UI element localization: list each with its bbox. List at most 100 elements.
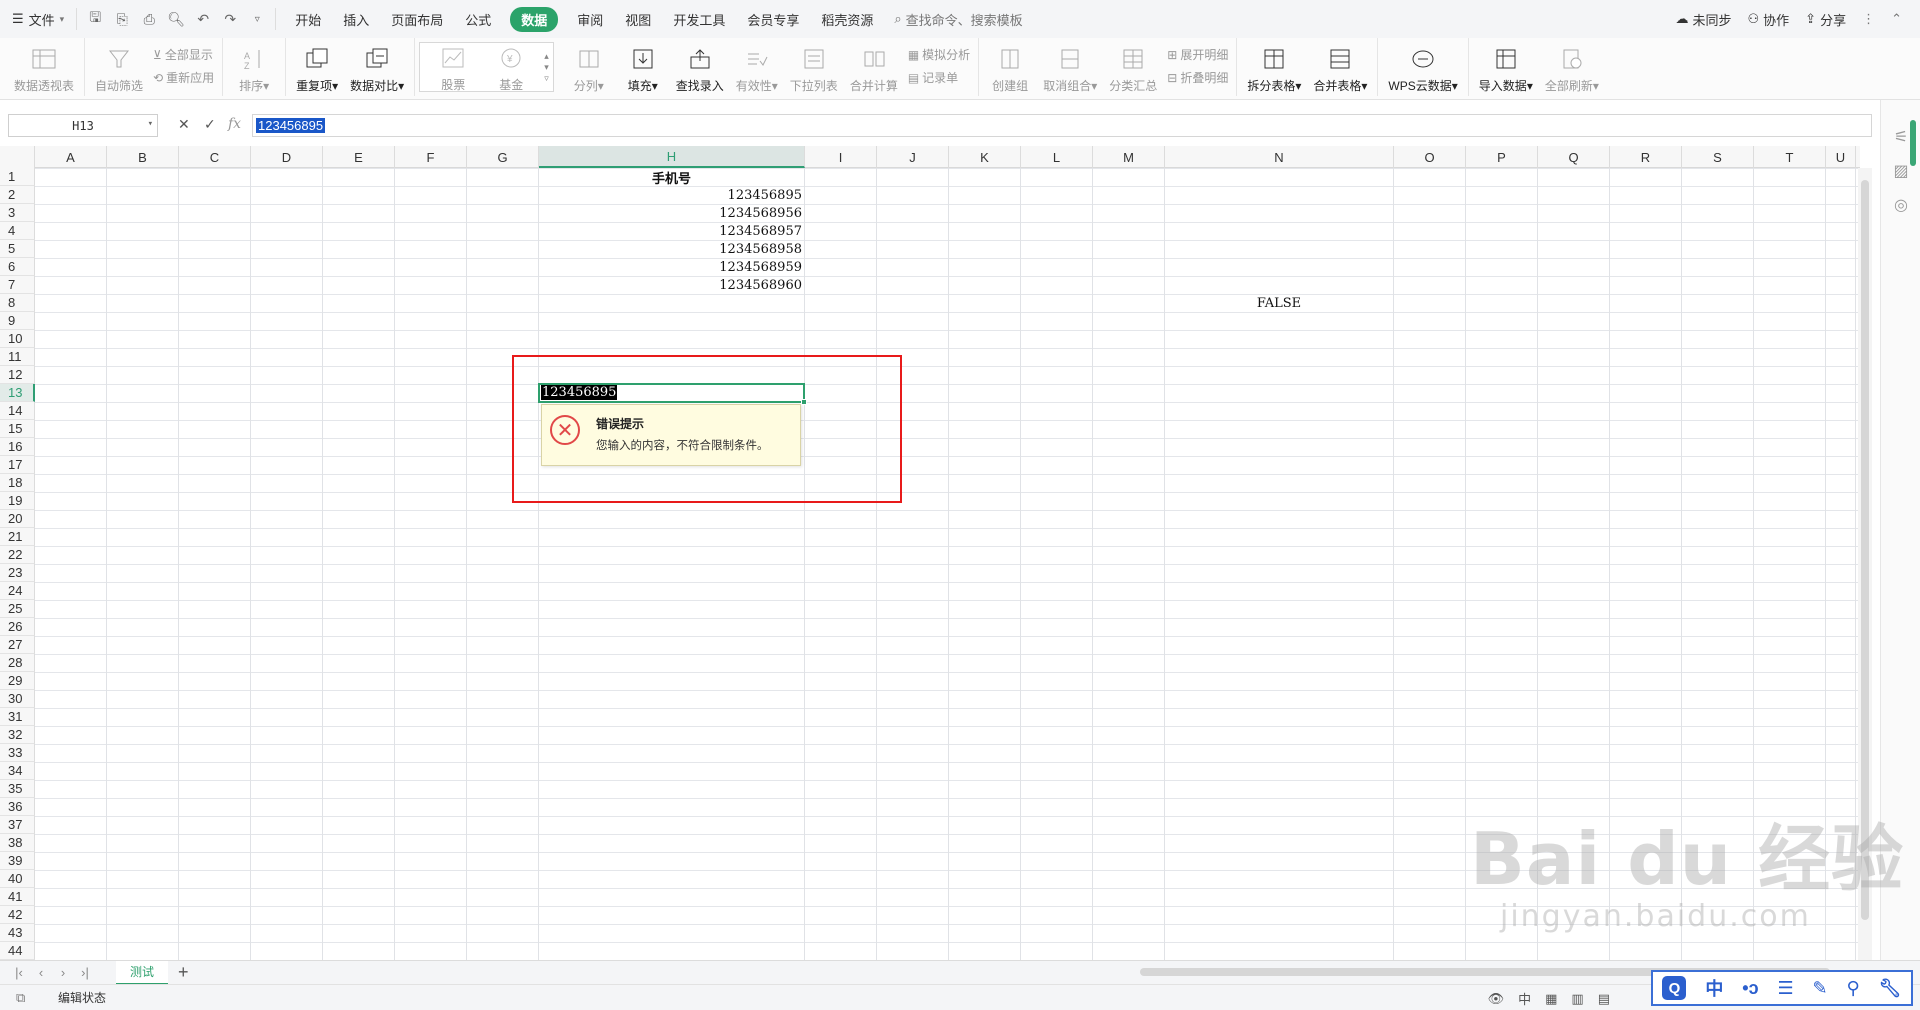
validity-button[interactable]: 有效性▾ [730, 38, 784, 94]
row-header-16[interactable]: 16 [0, 438, 35, 456]
row-header-13[interactable]: 13 [0, 384, 35, 402]
column-header-N[interactable]: N [1165, 146, 1394, 168]
column-header-M[interactable]: M [1093, 146, 1165, 168]
row-header-8[interactable]: 8 [0, 294, 35, 312]
ime-punct-icon[interactable]: •ɔ [1742, 978, 1758, 999]
column-header-C[interactable]: C [179, 146, 251, 168]
menu-tab-3[interactable]: 公式 [454, 0, 502, 38]
column-header-P[interactable]: P [1466, 146, 1538, 168]
row-header-9[interactable]: 9 [0, 312, 35, 330]
column-header-Q[interactable]: Q [1538, 146, 1610, 168]
row-header-37[interactable]: 37 [0, 816, 35, 834]
row-header-39[interactable]: 39 [0, 852, 35, 870]
first-sheet-icon[interactable]: |‹ [8, 965, 30, 980]
row-header-6[interactable]: 6 [0, 258, 35, 276]
fund-button[interactable]: ¥ 基金 [482, 41, 540, 93]
location-icon[interactable]: ◎ [1881, 188, 1920, 222]
column-header-U[interactable]: U [1826, 146, 1856, 168]
sheet-tab[interactable]: 测试 [116, 960, 169, 985]
redo-icon[interactable]: ↷ [218, 8, 242, 30]
menu-tab-4[interactable]: 数据 [510, 0, 559, 38]
ungroup-button[interactable]: 取消组合▾ [1037, 38, 1103, 94]
undo-icon[interactable]: ↶ [191, 8, 215, 30]
column-header-R[interactable]: R [1610, 146, 1682, 168]
cell-N8[interactable]: FALSE [1165, 294, 1393, 312]
what-if-button[interactable]: ▦ 模拟分析 [908, 46, 970, 63]
row-header-24[interactable]: 24 [0, 582, 35, 600]
row-header-20[interactable]: 20 [0, 510, 35, 528]
row-header-25[interactable]: 25 [0, 600, 35, 618]
normal-view-icon[interactable]: ▦ [1545, 991, 1557, 1007]
cell-H2[interactable]: 123456895 [539, 186, 804, 204]
save-icon[interactable]: 🖫 [83, 8, 107, 30]
stock-button[interactable]: 股票 [424, 41, 482, 93]
formula-input[interactable]: 123456895 [252, 114, 1872, 137]
ime-logo-icon[interactable]: Q [1662, 976, 1687, 1000]
file-menu[interactable]: ☰ 文件 ▾ [0, 10, 72, 29]
column-header-G[interactable]: G [467, 146, 539, 168]
column-header-E[interactable]: E [323, 146, 395, 168]
confirm-icon[interactable]: ✓ [204, 116, 216, 133]
print-preview-icon[interactable]: 🔍︎ [164, 8, 188, 30]
cancel-icon[interactable]: ✕ [178, 116, 190, 133]
menu-tab-5[interactable]: 审阅 [566, 0, 614, 38]
menu-tab-6[interactable]: 视图 [614, 0, 662, 38]
column-header-S[interactable]: S [1682, 146, 1754, 168]
cell-H6[interactable]: 1234568959 [539, 258, 804, 276]
row-header-35[interactable]: 35 [0, 780, 35, 798]
cell-H5[interactable]: 1234568958 [539, 240, 804, 258]
subtotal-button[interactable]: 分类汇总 [1103, 38, 1163, 94]
row-header-40[interactable]: 40 [0, 870, 35, 888]
row-header-2[interactable]: 2 [0, 186, 35, 204]
name-box[interactable]: H13 ▾ [8, 114, 158, 137]
row-header-15[interactable]: 15 [0, 420, 35, 438]
column-header-F[interactable]: F [395, 146, 467, 168]
column-header-K[interactable]: K [949, 146, 1021, 168]
collapse-ribbon-icon[interactable]: ⌃ [1891, 11, 1902, 27]
row-header-19[interactable]: 19 [0, 492, 35, 510]
ime-wrench-icon[interactable]: 🔧︎ [1879, 978, 1902, 999]
ime-indicator[interactable]: 中 [1518, 989, 1531, 1008]
row-header-21[interactable]: 21 [0, 528, 35, 546]
column-header-A[interactable]: A [35, 146, 107, 168]
row-header-28[interactable]: 28 [0, 654, 35, 672]
eye-protect-icon[interactable]: 👁 [1488, 991, 1505, 1007]
export-icon[interactable]: ⎘ [110, 8, 134, 30]
cell-H4[interactable]: 1234568957 [539, 222, 804, 240]
refresh-all-button[interactable]: 全部刷新▾ [1539, 38, 1605, 94]
record-form-button[interactable]: ▤ 记录单 [908, 69, 970, 86]
more-icon[interactable]: ⋮ [1862, 11, 1875, 27]
customize-icon[interactable]: ▿ [245, 8, 269, 30]
select-all-corner[interactable] [0, 146, 35, 168]
row-header-44[interactable]: 44 [0, 942, 35, 960]
menu-tab-7[interactable]: 开发工具 [662, 0, 736, 38]
show-all-button[interactable]: ⊻ 全部显示 [153, 46, 214, 63]
row-header-41[interactable]: 41 [0, 888, 35, 906]
row-header-14[interactable]: 14 [0, 402, 35, 420]
pivot-table-button[interactable]: 数据透视表 [8, 38, 80, 94]
prev-sheet-icon[interactable]: ‹ [30, 965, 52, 980]
ime-keyboard-icon[interactable]: ☰ [1777, 978, 1793, 999]
menu-tab-9[interactable]: 稻壳资源 [810, 0, 884, 38]
sort-button[interactable]: AZ 排序▾ [227, 38, 281, 94]
search-command[interactable]: ⌕ 查找命令、搜索模板 [894, 10, 1022, 29]
row-header-30[interactable]: 30 [0, 690, 35, 708]
ime-edit-icon[interactable]: ✎ [1813, 978, 1828, 999]
row-header-29[interactable]: 29 [0, 672, 35, 690]
row-header-4[interactable]: 4 [0, 222, 35, 240]
page-layout-view-icon[interactable]: ▥ [1571, 991, 1583, 1007]
macro-record-icon[interactable]: ⧉ [16, 990, 25, 1006]
ime-lang-toggle[interactable]: 中 [1705, 975, 1723, 1001]
column-header-I[interactable]: I [805, 146, 877, 168]
print-icon[interactable]: ⎙ [137, 8, 161, 30]
row-header-11[interactable]: 11 [0, 348, 35, 366]
dropdown-list-button[interactable]: 下拉列表 [784, 38, 844, 94]
duplicates-button[interactable]: 重复项▾ [290, 38, 344, 94]
column-header-L[interactable]: L [1021, 146, 1093, 168]
row-header-36[interactable]: 36 [0, 798, 35, 816]
menu-tab-1[interactable]: 插入 [332, 0, 380, 38]
next-sheet-icon[interactable]: › [52, 965, 74, 980]
cell-H1[interactable]: 手机号 [539, 168, 804, 187]
collab-button[interactable]: ⚇ 协作 [1748, 10, 1790, 29]
autofilter-button[interactable]: 自动筛选 [89, 38, 149, 94]
